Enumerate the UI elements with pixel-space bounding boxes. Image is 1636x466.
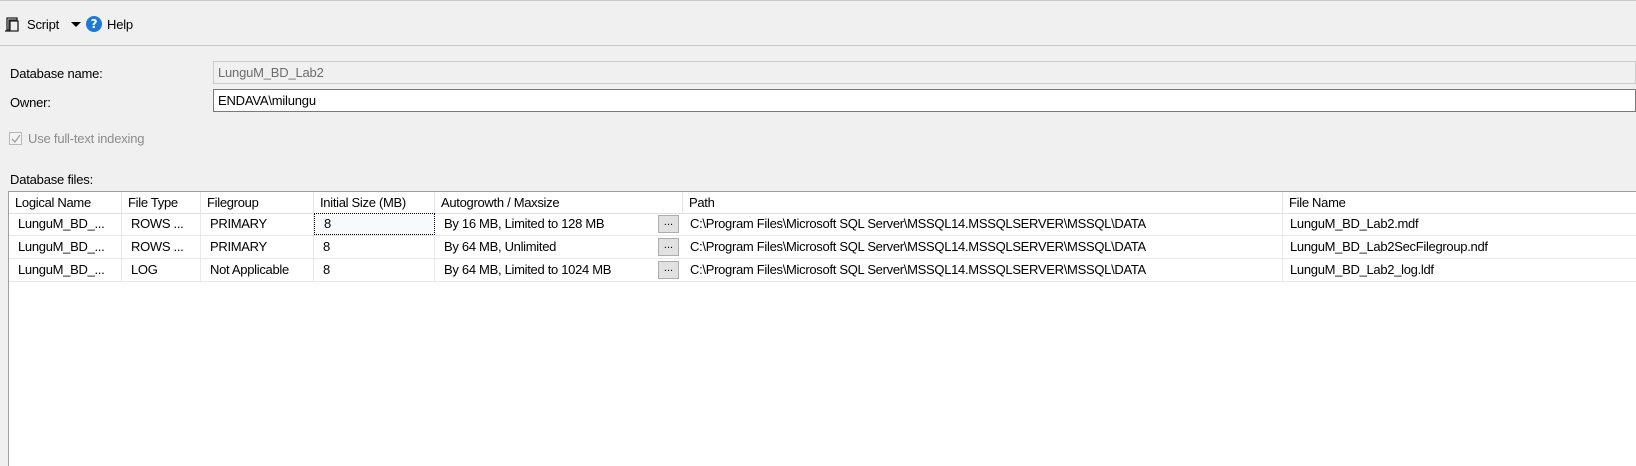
script-icon — [5, 16, 19, 32]
toolbar: Script ? Help — [0, 0, 1636, 46]
help-icon: ? — [86, 16, 102, 32]
header-initial-size[interactable]: Initial Size (MB) — [314, 192, 435, 213]
owner-field[interactable]: ENDAVA\milungu — [213, 89, 1636, 112]
fulltext-checkbox — [9, 132, 22, 145]
autogrowth-ellipsis-button[interactable]: ... — [658, 215, 679, 233]
cell-path[interactable]: C:\Program Files\Microsoft SQL Server\MS… — [683, 213, 1283, 235]
cell-file-type[interactable]: ROWS ... — [122, 213, 201, 235]
database-name-field: LunguM_BD_Lab2 — [213, 61, 1636, 84]
table-row[interactable]: LunguM_BD_... ROWS ... PRIMARY 8 By 16 M… — [9, 213, 1636, 236]
header-filegroup[interactable]: Filegroup — [201, 192, 314, 213]
fulltext-checkbox-row: Use full-text indexing — [9, 131, 144, 146]
cell-logical-name[interactable]: LunguM_BD_... — [9, 213, 122, 235]
cell-logical-name[interactable]: LunguM_BD_... — [9, 236, 122, 258]
help-button[interactable]: ? Help — [86, 13, 133, 35]
help-label: Help — [107, 16, 133, 32]
table-row[interactable]: LunguM_BD_... ROWS ... PRIMARY 8 By 64 M… — [9, 236, 1636, 259]
cell-file-name[interactable]: LunguM_BD_Lab2_log.ldf — [1283, 259, 1636, 281]
cell-initial-size[interactable]: 8 — [314, 213, 435, 235]
cell-filegroup[interactable]: PRIMARY — [201, 213, 314, 235]
header-logical-name[interactable]: Logical Name — [9, 192, 122, 213]
cell-autogrowth: By 64 MB, Limited to 1024 MB — [444, 262, 612, 277]
cell-initial-size[interactable]: 8 — [314, 259, 435, 281]
cell-autogrowth: By 16 MB, Limited to 128 MB — [444, 216, 605, 231]
cell-path[interactable]: C:\Program Files\Microsoft SQL Server\MS… — [683, 236, 1283, 258]
script-label: Script — [27, 16, 60, 32]
autogrowth-ellipsis-button[interactable]: ... — [658, 238, 679, 256]
script-dropdown[interactable] — [63, 13, 87, 35]
grid-header: Logical Name File Type Filegroup Initial… — [9, 192, 1636, 214]
autogrowth-ellipsis-button[interactable]: ... — [658, 261, 679, 279]
cell-path[interactable]: C:\Program Files\Microsoft SQL Server\MS… — [683, 259, 1283, 281]
cell-filegroup[interactable]: Not Applicable — [201, 259, 314, 281]
database-name-label: Database name: — [10, 66, 103, 81]
cell-file-type[interactable]: LOG — [122, 259, 201, 281]
cell-file-name[interactable]: LunguM_BD_Lab2SecFilegroup.ndf — [1283, 236, 1636, 258]
cell-autogrowth: By 64 MB, Unlimited — [444, 239, 557, 254]
chevron-down-icon — [71, 21, 81, 27]
cell-file-name[interactable]: LunguM_BD_Lab2.mdf — [1283, 213, 1636, 235]
database-files-label: Database files: — [10, 172, 93, 187]
owner-label: Owner: — [10, 95, 51, 110]
database-files-grid[interactable]: Logical Name File Type Filegroup Initial… — [8, 191, 1636, 466]
cell-logical-name[interactable]: LunguM_BD_... — [9, 259, 122, 281]
header-path[interactable]: Path — [683, 192, 1283, 213]
header-autogrowth[interactable]: Autogrowth / Maxsize — [435, 192, 683, 213]
checkmark-icon — [11, 134, 21, 144]
cell-file-type[interactable]: ROWS ... — [122, 236, 201, 258]
cell-filegroup[interactable]: PRIMARY — [201, 236, 314, 258]
cell-initial-size[interactable]: 8 — [314, 236, 435, 258]
fulltext-label: Use full-text indexing — [28, 131, 145, 146]
header-file-type[interactable]: File Type — [122, 192, 201, 213]
script-button[interactable]: Script — [4, 13, 59, 35]
table-row[interactable]: LunguM_BD_... LOG Not Applicable 8 By 64… — [9, 259, 1636, 282]
header-file-name[interactable]: File Name — [1283, 192, 1636, 213]
